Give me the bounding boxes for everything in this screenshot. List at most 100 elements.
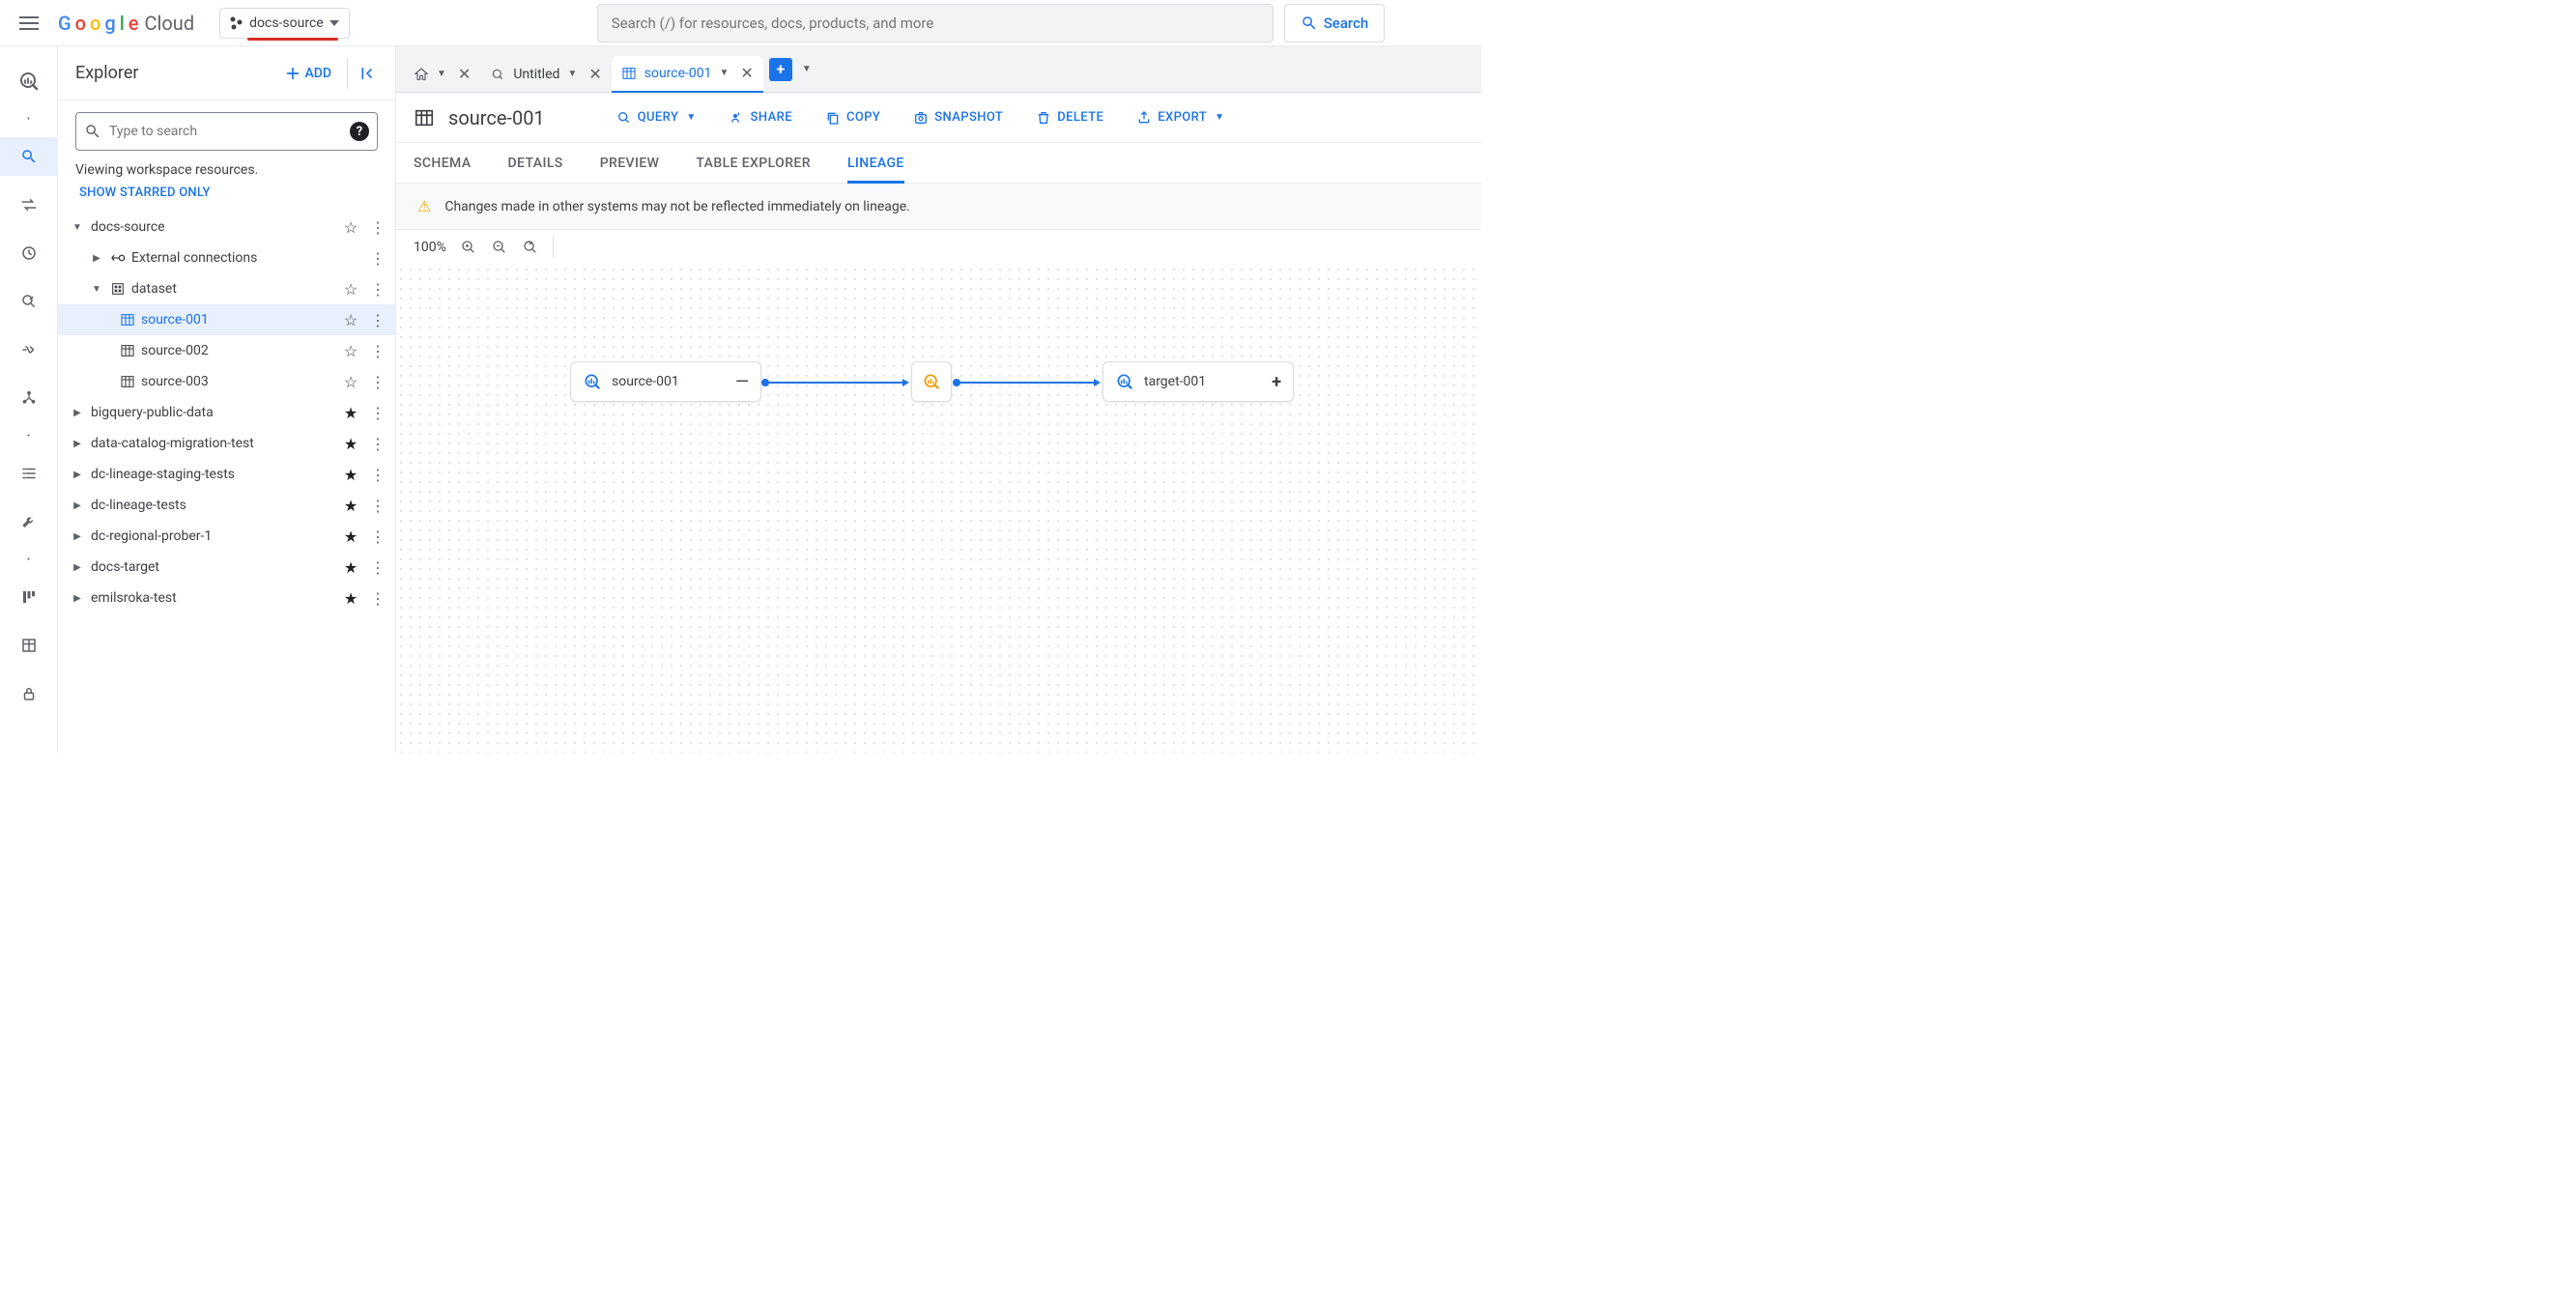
tree-dataset[interactable]: ▼ dataset ☆ ⋮ — [58, 273, 395, 304]
add-button[interactable]: ADD — [277, 60, 339, 87]
search-field[interactable] — [612, 14, 1259, 32]
project-selector[interactable]: docs-source — [219, 8, 350, 39]
new-tab-button[interactable]: + — [769, 58, 792, 81]
star-filled-icon[interactable]: ★ — [339, 528, 362, 546]
tab-schema[interactable]: SCHEMA — [414, 143, 472, 184]
home-tab[interactable]: ▼ ✕ — [404, 56, 480, 93]
star-filled-icon[interactable]: ★ — [339, 558, 362, 577]
more-vert-icon[interactable]: ⋮ — [368, 589, 387, 608]
minus-icon[interactable]: — — [735, 372, 749, 392]
star-filled-icon[interactable]: ★ — [339, 497, 362, 515]
lineage-node-process[interactable] — [911, 361, 952, 402]
help-icon[interactable]: ? — [350, 122, 369, 141]
tab-table-explorer[interactable]: TABLE EXPLORER — [696, 143, 811, 184]
rail-list-icon[interactable] — [10, 454, 48, 493]
explorer-search-input[interactable]: ? — [75, 112, 378, 151]
tree-project[interactable]: ▶ dc-lineage-tests ★ ⋮ — [58, 490, 395, 521]
tree-table-source-003[interactable]: source-003 ☆ ⋮ — [58, 366, 395, 397]
star-filled-icon[interactable]: ★ — [339, 435, 362, 453]
close-icon[interactable]: ✕ — [458, 65, 471, 83]
rail-scheduled-icon[interactable] — [10, 282, 48, 321]
more-vert-icon[interactable]: ⋮ — [368, 558, 387, 577]
more-vert-icon[interactable]: ⋮ — [368, 435, 387, 453]
tree-project[interactable]: ▶ bigquery-public-data ★ ⋮ — [58, 397, 395, 428]
chevron-right-icon[interactable]: ▶ — [70, 562, 85, 573]
query-button[interactable]: QUERY ▼ — [607, 104, 706, 131]
untitled-tab[interactable]: Untitled ▼ ✕ — [480, 56, 611, 93]
rail-bigquery-icon[interactable] — [10, 62, 48, 100]
more-vert-icon[interactable]: ⋮ — [368, 218, 387, 237]
rail-lock-icon[interactable] — [10, 674, 48, 713]
rail-explorer-icon[interactable] — [0, 137, 58, 176]
search-button[interactable]: Search — [1284, 4, 1386, 43]
star-outline-icon[interactable]: ☆ — [339, 311, 362, 329]
more-vert-icon[interactable]: ⋮ — [368, 373, 387, 391]
tab-details[interactable]: DETAILS — [508, 143, 563, 184]
tree-table-source-002[interactable]: source-002 ☆ ⋮ — [58, 335, 395, 366]
more-vert-icon[interactable]: ⋮ — [368, 404, 387, 422]
zoom-in-button[interactable] — [460, 239, 477, 256]
zoom-out-button[interactable] — [491, 239, 508, 256]
show-starred-button[interactable]: SHOW STARRED ONLY — [58, 182, 395, 212]
global-search-input[interactable] — [597, 4, 1274, 43]
google-cloud-logo[interactable]: Google Cloud — [58, 12, 194, 35]
tree-project[interactable]: ▶ emilsroka-test ★ ⋮ — [58, 583, 395, 613]
rail-connector-icon[interactable] — [10, 379, 48, 417]
close-icon[interactable]: ✕ — [588, 65, 601, 83]
hamburger-menu-icon[interactable] — [12, 6, 46, 41]
delete-button[interactable]: DELETE — [1026, 104, 1113, 131]
lineage-node-source[interactable]: source-001 — — [570, 361, 761, 402]
collapse-panel-button[interactable] — [347, 58, 378, 89]
more-vert-icon[interactable]: ⋮ — [368, 497, 387, 515]
star-filled-icon[interactable]: ★ — [339, 466, 362, 484]
tab-preview[interactable]: PREVIEW — [600, 143, 660, 184]
tree-table-source-001[interactable]: source-001 ☆ ⋮ — [58, 304, 395, 335]
more-vert-icon[interactable]: ⋮ — [368, 528, 387, 546]
more-vert-icon[interactable]: ⋮ — [368, 249, 387, 268]
star-outline-icon[interactable]: ☆ — [339, 342, 362, 360]
chevron-right-icon[interactable]: ▶ — [70, 408, 85, 418]
rail-history-icon[interactable] — [10, 234, 48, 272]
chevron-down-icon[interactable]: ▼ — [437, 69, 446, 79]
tab-overflow-menu[interactable]: ▼ — [802, 64, 812, 74]
tree-external-connections[interactable]: ▶ External connections ⋮ — [58, 242, 395, 273]
tree-project[interactable]: ▶ docs-target ★ ⋮ — [58, 552, 395, 583]
rail-table-icon[interactable] — [10, 626, 48, 665]
more-vert-icon[interactable]: ⋮ — [368, 342, 387, 360]
tree-project-root[interactable]: ▼ docs-source ☆ ⋮ — [58, 212, 395, 242]
chevron-down-icon[interactable]: ▼ — [567, 69, 577, 79]
plus-icon[interactable]: + — [1272, 372, 1281, 392]
export-button[interactable]: EXPORT ▼ — [1127, 104, 1234, 131]
chevron-down-icon[interactable]: ▼ — [720, 68, 730, 78]
snapshot-button[interactable]: SNAPSHOT — [903, 104, 1013, 131]
more-vert-icon[interactable]: ⋮ — [368, 280, 387, 299]
share-button[interactable]: SHARE — [720, 104, 802, 131]
chevron-right-icon[interactable]: ▶ — [70, 593, 85, 604]
chevron-right-icon[interactable]: ▶ — [70, 500, 85, 511]
chevron-right-icon[interactable]: ▶ — [89, 253, 104, 264]
tree-project[interactable]: ▶ data-catalog-migration-test ★ ⋮ — [58, 428, 395, 459]
lineage-node-target[interactable]: target-001 + — [1102, 361, 1294, 402]
rail-transfers-icon[interactable] — [10, 185, 48, 224]
star-outline-icon[interactable]: ☆ — [339, 218, 362, 237]
rail-wrench-icon[interactable] — [10, 502, 48, 541]
chevron-right-icon[interactable]: ▶ — [70, 531, 85, 542]
source-001-tab[interactable]: source-001 ▼ ✕ — [612, 56, 763, 93]
rail-migrate-icon[interactable] — [10, 330, 48, 369]
lineage-canvas[interactable]: source-001 — target-001 + — [396, 265, 1481, 753]
chevron-right-icon[interactable]: ▶ — [70, 470, 85, 480]
copy-button[interactable]: COPY — [816, 104, 890, 131]
chevron-right-icon[interactable]: ▶ — [70, 439, 85, 449]
zoom-reset-button[interactable] — [522, 239, 539, 256]
star-filled-icon[interactable]: ★ — [339, 589, 362, 608]
star-filled-icon[interactable]: ★ — [339, 404, 362, 422]
star-outline-icon[interactable]: ☆ — [339, 373, 362, 391]
star-outline-icon[interactable]: ☆ — [339, 280, 362, 299]
tab-lineage[interactable]: LINEAGE — [847, 143, 904, 184]
tree-project[interactable]: ▶ dc-regional-prober-1 ★ ⋮ — [58, 521, 395, 552]
chevron-down-icon[interactable]: ▼ — [89, 284, 104, 295]
chevron-down-icon[interactable]: ▼ — [70, 222, 85, 233]
more-vert-icon[interactable]: ⋮ — [368, 466, 387, 484]
more-vert-icon[interactable]: ⋮ — [368, 311, 387, 329]
tree-project[interactable]: ▶ dc-lineage-staging-tests ★ ⋮ — [58, 459, 395, 490]
